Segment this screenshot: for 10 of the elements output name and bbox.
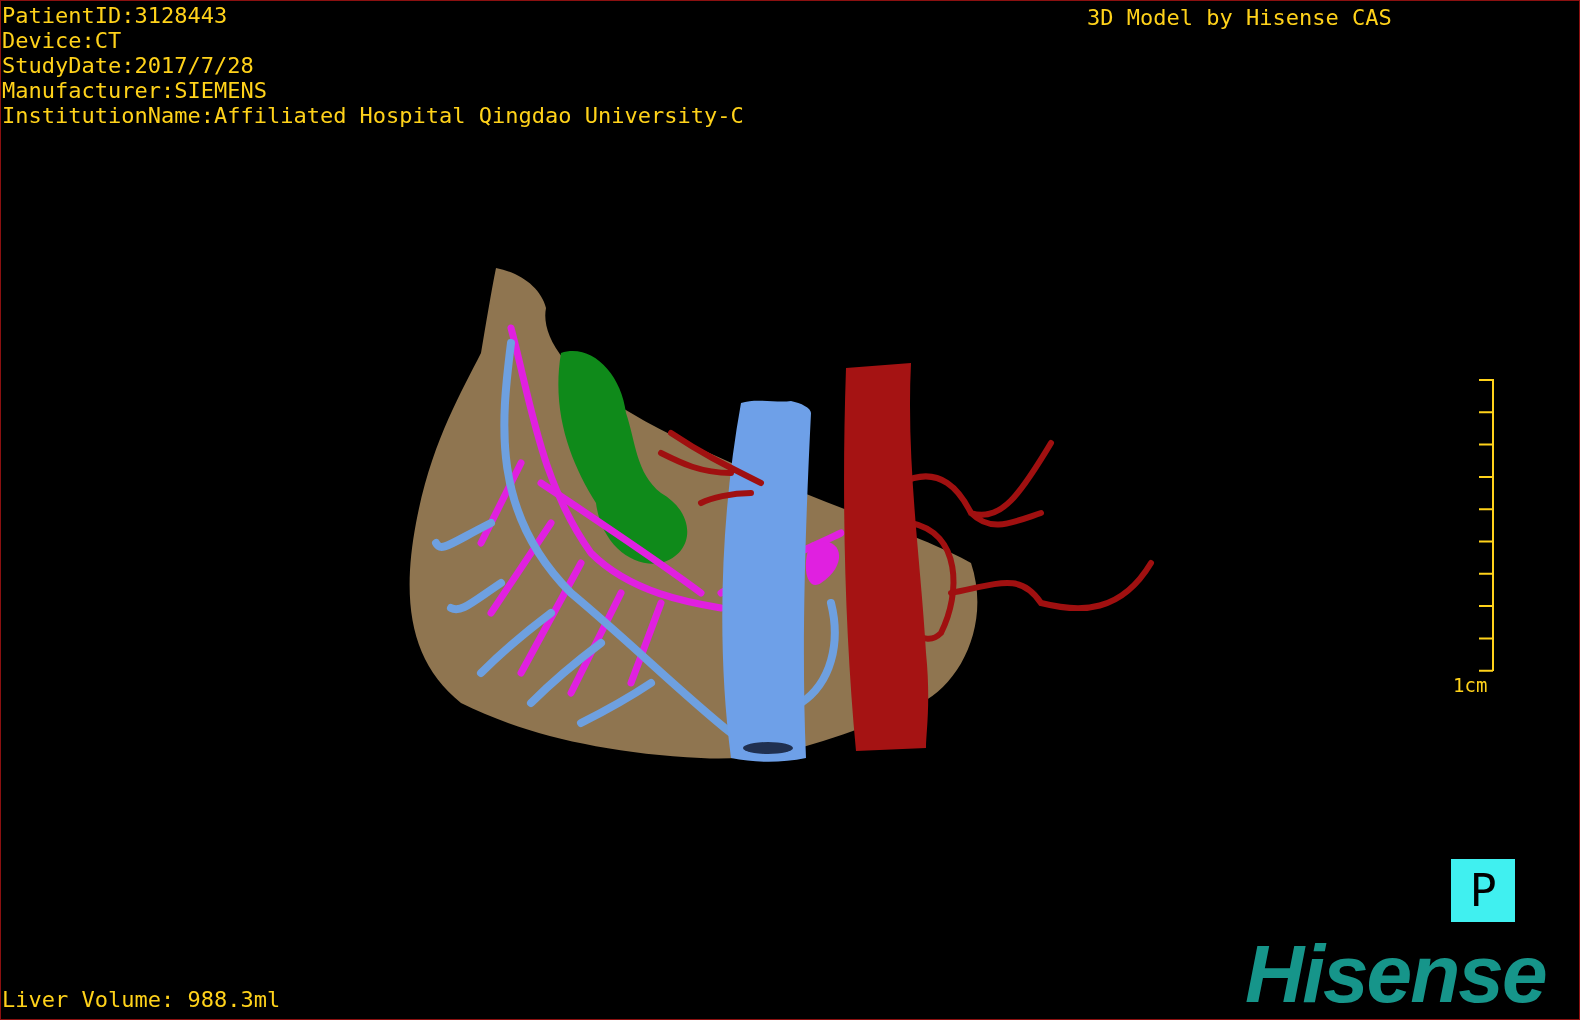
info-line: Manufacturer:SIEMENS	[2, 78, 268, 103]
viewer-title: 3D Model by Hisense CAS	[1087, 5, 1392, 30]
info-line: StudyDate:2017/7/28	[2, 53, 255, 78]
info-line: Device:CT	[2, 28, 123, 53]
liver-volume-text: Liver Volume: 988.3ml	[2, 987, 281, 1012]
orientation-marker: P	[1451, 859, 1515, 922]
info-line: PatientID:3128443	[2, 3, 229, 28]
brand-logo: Hisense	[1245, 929, 1546, 1019]
scale-label: 1cm	[1453, 673, 1488, 698]
info-line: InstitutionName:Affiliated Hospital Qingdao University-C	[2, 103, 744, 128]
